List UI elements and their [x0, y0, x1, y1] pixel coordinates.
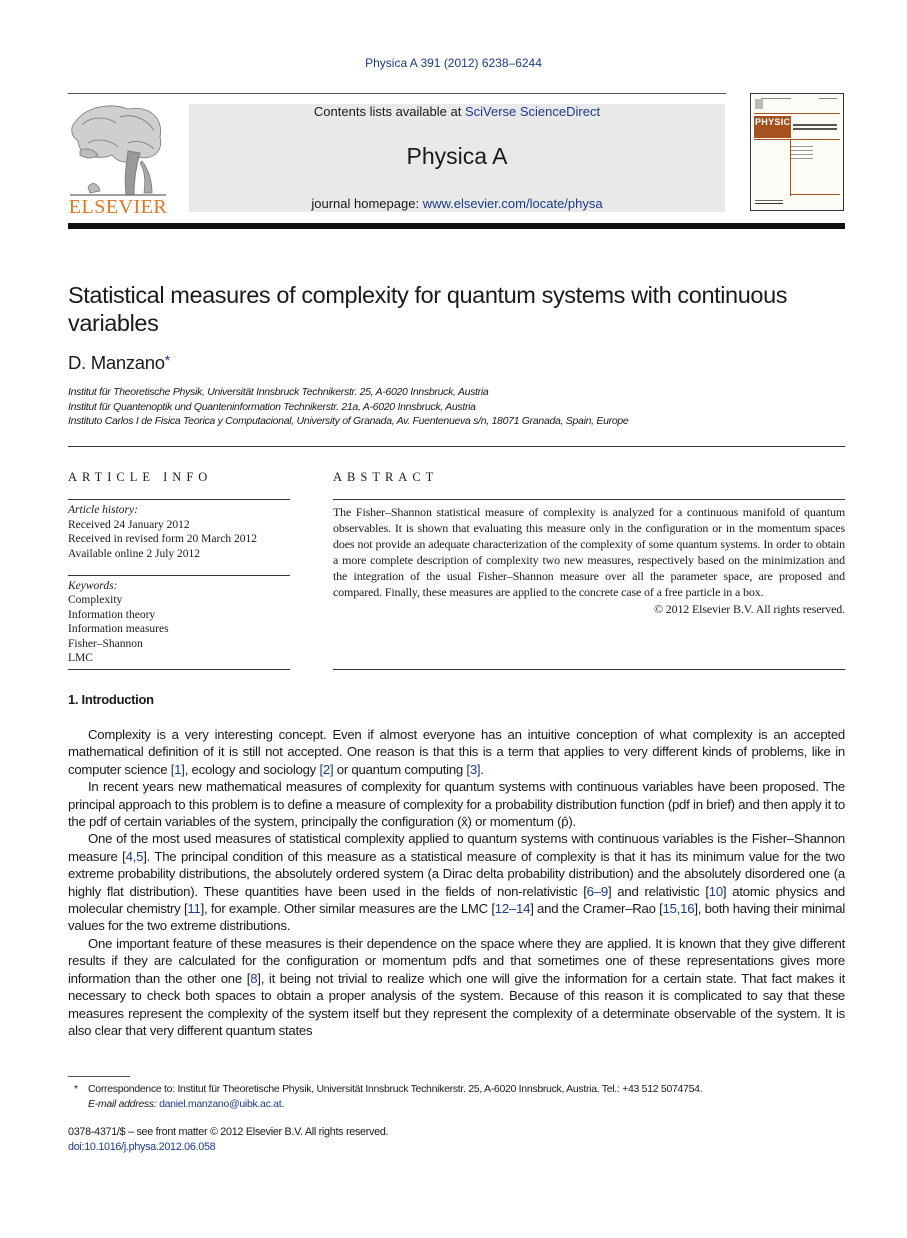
- cover-rule: [791, 194, 840, 195]
- contents-prefix: Contents lists available at: [313, 104, 465, 119]
- header-thick-rule: [68, 223, 845, 229]
- contents-line: Contents lists available at SciVerse Sci…: [189, 104, 725, 119]
- paragraph: Complexity is a very interesting concept…: [68, 726, 845, 778]
- email-link[interactable]: daniel.manzano@uibk.ac.at: [159, 1098, 282, 1110]
- affiliation: Instituto Carlos I de Fisica Teorica y C…: [68, 415, 629, 427]
- section-heading-introduction: 1. Introduction: [68, 692, 154, 707]
- journal-cover-thumbnail[interactable]: PHYSICA: [750, 93, 844, 211]
- history-item: Available online 2 July 2012: [68, 547, 201, 560]
- text-run: , ecology and sociology: [184, 761, 320, 777]
- cover-publisher-logo-icon: [755, 99, 763, 109]
- cover-header-text: [761, 98, 791, 99]
- paragraph: In recent years new mathematical measure…: [68, 779, 845, 830]
- email-label: E-mail address:: [88, 1098, 157, 1110]
- abstract-text: The Fisher–Shannon statistical measure o…: [333, 505, 845, 600]
- keyword: Fisher–Shannon: [68, 637, 143, 650]
- citation-link[interactable]: 4,5: [126, 849, 144, 864]
- divider: [68, 446, 845, 447]
- history-label: Article history:: [68, 504, 138, 516]
- correspondence-mark[interactable]: *: [165, 352, 170, 368]
- footnote-mark: *: [74, 1083, 78, 1095]
- divider: [68, 499, 290, 500]
- divider: [68, 669, 290, 670]
- citation-link[interactable]: 6–9: [587, 884, 609, 899]
- text-run: ], for example. Other similar measures a…: [200, 901, 495, 917]
- affiliation: Institut für Theoretische Physik, Univer…: [68, 386, 489, 398]
- footnote: * Correspondence to: Institut für Theoret…: [74, 1082, 854, 1112]
- homepage-prefix: journal homepage:: [311, 196, 423, 211]
- affiliation: Institut für Quantenoptik und Quanteninf…: [68, 400, 476, 413]
- abstract: The Fisher–Shannon statistical measure o…: [333, 504, 845, 617]
- text-run: ] and the Cramer–Rao [: [530, 901, 663, 917]
- cover-rule: [754, 139, 840, 140]
- journal-homepage-link[interactable]: www.elsevier.com/locate/physa: [423, 196, 603, 211]
- doi-link[interactable]: doi:10.1016/j.physa.2012.06.058: [68, 1141, 216, 1153]
- keyword: Information theory: [68, 608, 156, 621]
- abstract-heading: ABSTRACT: [333, 470, 439, 484]
- homepage-line: journal homepage: www.elsevier.com/locat…: [189, 196, 725, 211]
- cover-title: PHYSICA: [755, 117, 798, 127]
- divider: [333, 499, 845, 500]
- keyword: LMC: [68, 652, 93, 665]
- elsevier-wordmark: ELSEVIER: [68, 196, 168, 218]
- citation-link[interactable]: [1]: [171, 762, 185, 777]
- keyword: Complexity: [68, 594, 123, 607]
- cover-rule: [790, 140, 791, 196]
- paragraph: One important feature of these measures …: [68, 935, 845, 1039]
- issn-line: 0378-4371/$ – see front matter © 2012 El…: [68, 1126, 389, 1138]
- cover-editors: [791, 146, 813, 147]
- introduction-body: Complexity is a very interesting concept…: [68, 726, 845, 1039]
- divider: [333, 669, 845, 670]
- history-item: Received 24 January 2012: [68, 518, 190, 531]
- history-item: Received in revised form 20 March 2012: [68, 533, 258, 546]
- cover-subtitle: [793, 124, 837, 126]
- affiliations: Institut für Theoretische Physik, Univer…: [68, 385, 629, 429]
- cover-rule: [754, 113, 840, 114]
- author-name: D. Manzano*: [68, 352, 170, 374]
- sciencedirect-link[interactable]: SciVerse ScienceDirect: [465, 104, 600, 119]
- citation-link[interactable]: 12–14: [495, 901, 531, 916]
- header-rule: [68, 93, 726, 94]
- text-run: .: [480, 761, 484, 777]
- abstract-copyright: © 2012 Elsevier B.V. All rights reserved…: [653, 601, 845, 616]
- correspondence-text: Correspondence to: Institut für Theoreti…: [88, 1083, 703, 1095]
- divider: [68, 575, 290, 576]
- citation-link[interactable]: [2]: [319, 762, 333, 777]
- paragraph: One of the most used measures of statist…: [68, 830, 845, 934]
- journal-reference[interactable]: Physica A 391 (2012) 6238–6244: [0, 56, 907, 70]
- journal-title: Physica A: [406, 143, 508, 169]
- keywords-label: Keywords:: [68, 580, 118, 592]
- article-info-heading: ARTICLE INFO: [68, 470, 213, 484]
- text-run: .: [281, 1098, 284, 1110]
- text-run: or quantum computing: [333, 761, 467, 777]
- footnote-rule: [68, 1076, 130, 1077]
- keywords: Keywords: Complexity Information theory …: [68, 579, 293, 665]
- text-run: ] and relativistic [: [607, 883, 709, 899]
- citation-link[interactable]: 11: [187, 901, 200, 916]
- article-history: Article history: Received 24 January 201…: [68, 503, 293, 561]
- citation-link[interactable]: 10: [709, 884, 723, 899]
- keyword: Information measures: [68, 623, 169, 636]
- front-matter: 0378-4371/$ – see front matter © 2012 El…: [68, 1125, 389, 1155]
- article-title: Statistical measures of complexity for q…: [68, 282, 788, 336]
- author-name-text: D. Manzano: [68, 352, 165, 373]
- citation-link[interactable]: [3]: [466, 762, 480, 777]
- cover-header-text: [819, 98, 837, 99]
- citation-link[interactable]: 15,16: [663, 901, 695, 916]
- cover-publisher-text: [755, 200, 783, 201]
